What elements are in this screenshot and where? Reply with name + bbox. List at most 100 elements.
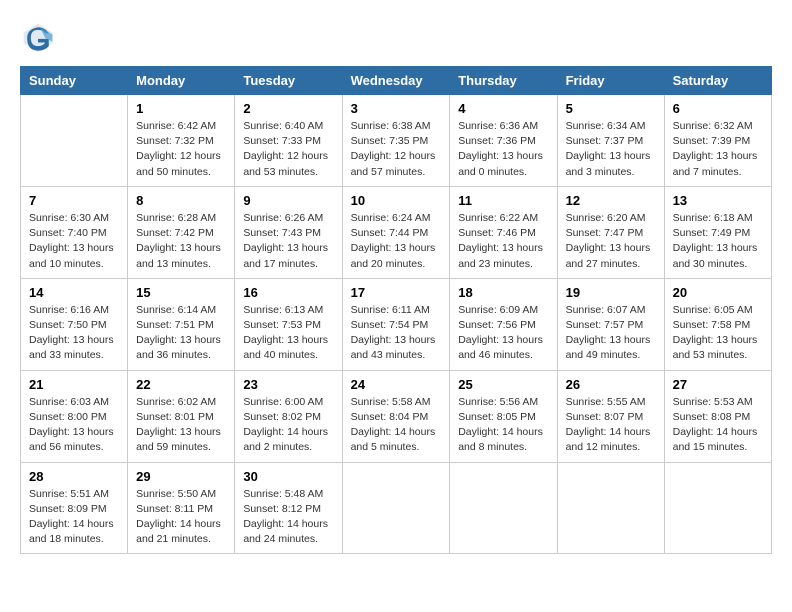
day-info: Sunrise: 5:48 AM Sunset: 8:12 PM Dayligh…	[243, 487, 333, 548]
weekday-header: Monday	[128, 67, 235, 95]
calendar-cell: 26 Sunrise: 5:55 AM Sunset: 8:07 PM Dayli…	[557, 370, 664, 462]
weekday-header: Thursday	[450, 67, 557, 95]
day-number: 26	[566, 377, 656, 392]
day-number: 28	[29, 469, 119, 484]
calendar-cell: 2Sunrise: 6:40 AM Sunset: 7:33 PM Daylig…	[235, 95, 342, 187]
day-number: 29	[136, 469, 226, 484]
day-number: 8	[136, 193, 226, 208]
day-number: 19	[566, 285, 656, 300]
calendar-week-row: 21 Sunrise: 6:03 AM Sunset: 8:00 PM Dayli…	[21, 370, 772, 462]
day-number: 17	[351, 285, 442, 300]
calendar-cell: 8 Sunrise: 6:28 AM Sunset: 7:42 PM Daylig…	[128, 186, 235, 278]
calendar-cell: 15 Sunrise: 6:14 AM Sunset: 7:51 PM Dayli…	[128, 278, 235, 370]
day-number: 15	[136, 285, 226, 300]
day-number: 21	[29, 377, 119, 392]
day-info: Sunrise: 6:42 AM Sunset: 7:32 PM Dayligh…	[136, 119, 226, 180]
day-info: Sunrise: 5:55 AM Sunset: 8:07 PM Dayligh…	[566, 395, 656, 456]
calendar-cell: 3 Sunrise: 6:38 AM Sunset: 7:35 PM Daylig…	[342, 95, 450, 187]
day-number: 14	[29, 285, 119, 300]
day-info: Sunrise: 6:09 AM Sunset: 7:56 PM Dayligh…	[458, 303, 548, 364]
calendar-cell: 21 Sunrise: 6:03 AM Sunset: 8:00 PM Dayli…	[21, 370, 128, 462]
day-info: Sunrise: 6:03 AM Sunset: 8:00 PM Dayligh…	[29, 395, 119, 456]
weekday-header: Tuesday	[235, 67, 342, 95]
calendar-cell: 13 Sunrise: 6:18 AM Sunset: 7:49 PM Dayli…	[664, 186, 771, 278]
day-number: 11	[458, 193, 548, 208]
day-number: 18	[458, 285, 548, 300]
day-info: Sunrise: 6:32 AM Sunset: 7:39 PM Dayligh…	[673, 119, 763, 180]
calendar-week-row: 7 Sunrise: 6:30 AM Sunset: 7:40 PM Daylig…	[21, 186, 772, 278]
calendar-cell: 22 Sunrise: 6:02 AM Sunset: 8:01 PM Dayli…	[128, 370, 235, 462]
calendar-cell: 20 Sunrise: 6:05 AM Sunset: 7:58 PM Dayli…	[664, 278, 771, 370]
weekday-header: Saturday	[664, 67, 771, 95]
calendar-cell: 16Sunrise: 6:13 AM Sunset: 7:53 PM Dayli…	[235, 278, 342, 370]
calendar-cell: 29 Sunrise: 5:50 AM Sunset: 8:11 PM Dayli…	[128, 462, 235, 554]
calendar-cell: 18 Sunrise: 6:09 AM Sunset: 7:56 PM Dayli…	[450, 278, 557, 370]
logo	[20, 20, 60, 56]
day-number: 30	[243, 469, 333, 484]
day-info: Sunrise: 6:28 AM Sunset: 7:42 PM Dayligh…	[136, 211, 226, 272]
day-number: 24	[351, 377, 442, 392]
calendar-cell: 5Sunrise: 6:34 AM Sunset: 7:37 PM Daylig…	[557, 95, 664, 187]
calendar-cell: 9 Sunrise: 6:26 AM Sunset: 7:43 PM Daylig…	[235, 186, 342, 278]
day-number: 1	[136, 101, 226, 116]
calendar-cell: 28 Sunrise: 5:51 AM Sunset: 8:09 PM Dayli…	[21, 462, 128, 554]
day-info: Sunrise: 6:14 AM Sunset: 7:51 PM Dayligh…	[136, 303, 226, 364]
day-number: 22	[136, 377, 226, 392]
weekday-header-row: SundayMondayTuesdayWednesdayThursdayFrid…	[21, 67, 772, 95]
day-info: Sunrise: 6:36 AM Sunset: 7:36 PM Dayligh…	[458, 119, 548, 180]
day-number: 20	[673, 285, 763, 300]
day-info: Sunrise: 6:38 AM Sunset: 7:35 PM Dayligh…	[351, 119, 442, 180]
calendar-cell: 24Sunrise: 5:58 AM Sunset: 8:04 PM Dayli…	[342, 370, 450, 462]
weekday-header: Wednesday	[342, 67, 450, 95]
day-number: 4	[458, 101, 548, 116]
day-info: Sunrise: 6:22 AM Sunset: 7:46 PM Dayligh…	[458, 211, 548, 272]
calendar-cell: 17 Sunrise: 6:11 AM Sunset: 7:54 PM Dayli…	[342, 278, 450, 370]
day-info: Sunrise: 5:53 AM Sunset: 8:08 PM Dayligh…	[673, 395, 763, 456]
calendar-cell	[450, 462, 557, 554]
day-info: Sunrise: 5:51 AM Sunset: 8:09 PM Dayligh…	[29, 487, 119, 548]
calendar-cell: 23 Sunrise: 6:00 AM Sunset: 8:02 PM Dayli…	[235, 370, 342, 462]
calendar-cell: 11 Sunrise: 6:22 AM Sunset: 7:46 PM Dayli…	[450, 186, 557, 278]
calendar-cell: 7 Sunrise: 6:30 AM Sunset: 7:40 PM Daylig…	[21, 186, 128, 278]
weekday-header: Friday	[557, 67, 664, 95]
calendar-cell: 25 Sunrise: 5:56 AM Sunset: 8:05 PM Dayli…	[450, 370, 557, 462]
day-info: Sunrise: 6:11 AM Sunset: 7:54 PM Dayligh…	[351, 303, 442, 364]
day-number: 10	[351, 193, 442, 208]
calendar-cell: 4 Sunrise: 6:36 AM Sunset: 7:36 PM Daylig…	[450, 95, 557, 187]
calendar-cell	[557, 462, 664, 554]
day-number: 7	[29, 193, 119, 208]
day-info: Sunrise: 6:05 AM Sunset: 7:58 PM Dayligh…	[673, 303, 763, 364]
day-info: Sunrise: 6:18 AM Sunset: 7:49 PM Dayligh…	[673, 211, 763, 272]
day-info: Sunrise: 6:34 AM Sunset: 7:37 PM Dayligh…	[566, 119, 656, 180]
day-info: Sunrise: 5:50 AM Sunset: 8:11 PM Dayligh…	[136, 487, 226, 548]
day-info: Sunrise: 6:16 AM Sunset: 7:50 PM Dayligh…	[29, 303, 119, 364]
calendar-cell: 19Sunrise: 6:07 AM Sunset: 7:57 PM Dayli…	[557, 278, 664, 370]
day-number: 12	[566, 193, 656, 208]
calendar-week-row: 28 Sunrise: 5:51 AM Sunset: 8:09 PM Dayli…	[21, 462, 772, 554]
calendar-cell: 1 Sunrise: 6:42 AM Sunset: 7:32 PM Daylig…	[128, 95, 235, 187]
day-info: Sunrise: 6:00 AM Sunset: 8:02 PM Dayligh…	[243, 395, 333, 456]
calendar-cell: 27 Sunrise: 5:53 AM Sunset: 8:08 PM Dayli…	[664, 370, 771, 462]
logo-icon	[20, 20, 56, 56]
day-info: Sunrise: 5:56 AM Sunset: 8:05 PM Dayligh…	[458, 395, 548, 456]
day-number: 3	[351, 101, 442, 116]
day-info: Sunrise: 6:26 AM Sunset: 7:43 PM Dayligh…	[243, 211, 333, 272]
day-info: Sunrise: 6:20 AM Sunset: 7:47 PM Dayligh…	[566, 211, 656, 272]
day-number: 2	[243, 101, 333, 116]
day-number: 25	[458, 377, 548, 392]
day-info: Sunrise: 6:02 AM Sunset: 8:01 PM Dayligh…	[136, 395, 226, 456]
calendar-cell: 14 Sunrise: 6:16 AM Sunset: 7:50 PM Dayli…	[21, 278, 128, 370]
day-number: 23	[243, 377, 333, 392]
calendar-cell: 12 Sunrise: 6:20 AM Sunset: 7:47 PM Dayli…	[557, 186, 664, 278]
calendar-cell: 10 Sunrise: 6:24 AM Sunset: 7:44 PM Dayli…	[342, 186, 450, 278]
calendar-cell: 30 Sunrise: 5:48 AM Sunset: 8:12 PM Dayli…	[235, 462, 342, 554]
day-info: Sunrise: 6:13 AM Sunset: 7:53 PM Dayligh…	[243, 303, 333, 364]
calendar-cell	[21, 95, 128, 187]
calendar-table: SundayMondayTuesdayWednesdayThursdayFrid…	[20, 66, 772, 554]
day-number: 9	[243, 193, 333, 208]
calendar-cell: 6Sunrise: 6:32 AM Sunset: 7:39 PM Daylig…	[664, 95, 771, 187]
day-info: Sunrise: 6:30 AM Sunset: 7:40 PM Dayligh…	[29, 211, 119, 272]
day-number: 27	[673, 377, 763, 392]
day-number: 13	[673, 193, 763, 208]
day-info: Sunrise: 6:24 AM Sunset: 7:44 PM Dayligh…	[351, 211, 442, 272]
